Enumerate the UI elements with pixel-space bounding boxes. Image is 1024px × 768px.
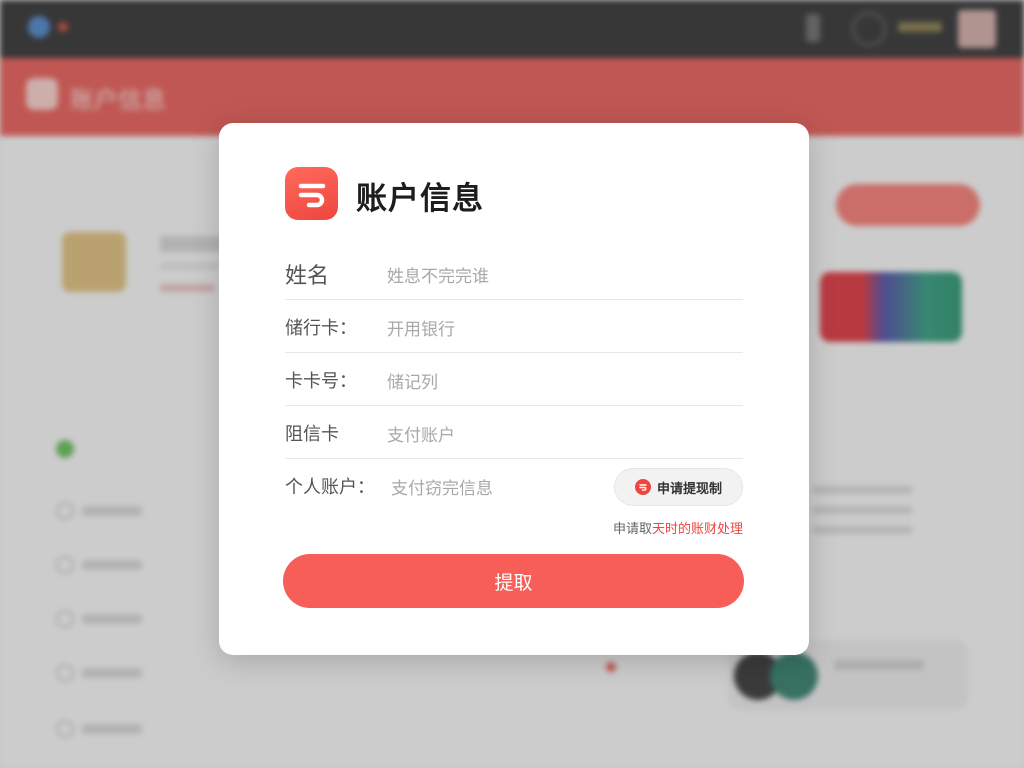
name-field[interactable]: 姓名 姓息不完完谁 — [285, 247, 743, 300]
field-value[interactable]: 姓息不完完谁 — [387, 262, 489, 287]
field-label: 卡卡号： — [285, 371, 357, 392]
brand-logo-icon — [285, 167, 338, 220]
hint-highlight: 天时的账财处理 — [651, 522, 743, 537]
bank-card-field[interactable]: 储行卡： 开用银行 — [285, 300, 743, 353]
apply-withdrawal-button[interactable]: 申请提现制 — [614, 468, 743, 506]
field-value[interactable]: 支付账户 — [387, 421, 455, 446]
field-label: 姓名 — [285, 264, 330, 289]
field-value[interactable]: 支付窃完信息 — [391, 474, 493, 499]
withdraw-button-label: 提取 — [494, 571, 533, 594]
apply-withdrawal-label: 申请提现制 — [656, 481, 722, 497]
field-label: 阻信卡 — [285, 424, 339, 445]
brand-logo-glyph — [298, 183, 325, 207]
card-number-field[interactable]: 卡卡号： 储记列 — [285, 353, 743, 406]
field-label: 储行卡： — [285, 318, 357, 339]
credit-card-field[interactable]: 阻信卡 支付账户 — [285, 406, 743, 459]
dialog-title: 账户信息 — [356, 181, 484, 217]
field-value[interactable]: 开用银行 — [387, 315, 455, 340]
withdraw-button[interactable]: 提取 — [283, 554, 744, 608]
field-label: 个人账户： — [285, 477, 375, 498]
account-info-dialog: 账户信息 姓名 姓息不完完谁 储行卡： 开用银行 卡卡号： 储记列 阻信卡 支付… — [219, 123, 809, 655]
field-value[interactable]: 储记列 — [387, 368, 438, 393]
processing-hint: 申请取天时的账财处理 — [612, 522, 743, 537]
brand-mini-icon — [634, 479, 651, 495]
